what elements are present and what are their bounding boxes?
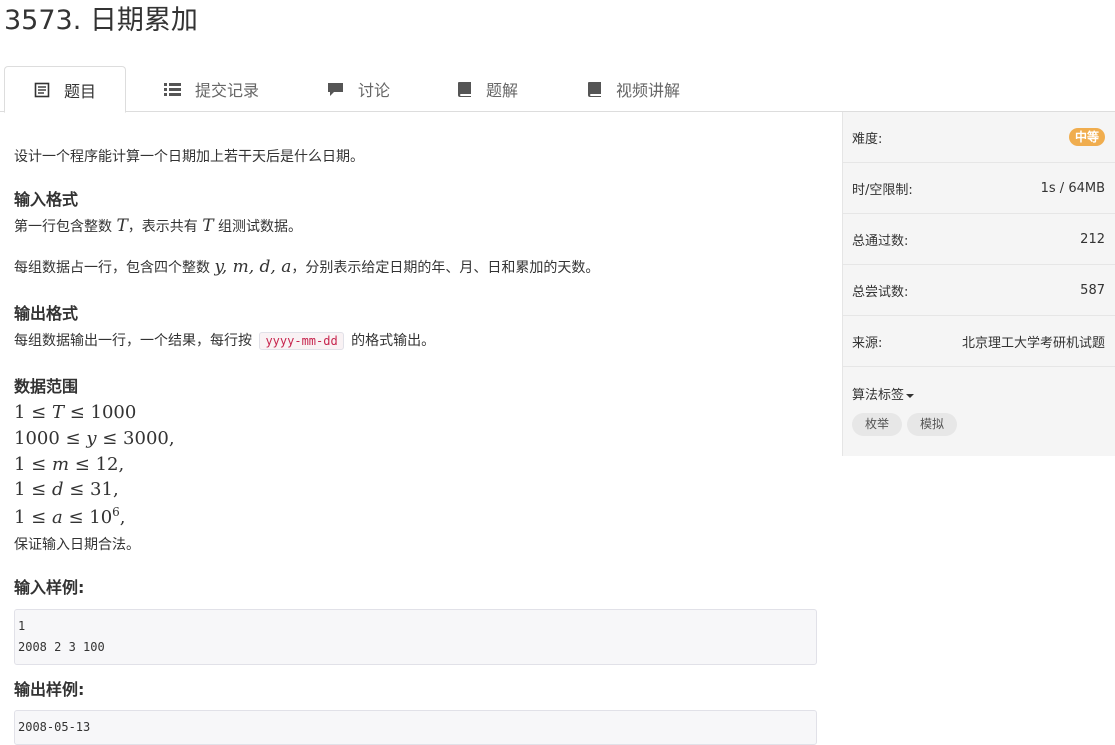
- range-line-d: 1 ≤ d ≤ 31,: [14, 479, 119, 500]
- passed-row: 总通过数: 212: [843, 214, 1115, 265]
- tab-solutions-label: 题解: [486, 81, 519, 100]
- input-format-line1: 第一行包含整数 T，表示共有 T 组测试数据。: [14, 216, 303, 236]
- range-line-y: 1000 ≤ y ≤ 3000,: [14, 428, 175, 449]
- sample-input-block[interactable]: 1 2008 2 3 100: [14, 609, 817, 665]
- tab-bar: 题目 提交记录 讨论 题解 视频讲解: [0, 66, 1115, 113]
- input-format-heading: 输入格式: [14, 190, 79, 209]
- limit-label: 时/空限制:: [852, 182, 913, 198]
- source-row: 来源: 北京理工大学考研机试题: [843, 316, 1115, 367]
- difficulty-row: 难度: 中等: [843, 112, 1115, 163]
- sample-input-heading: 输入样例:: [14, 578, 85, 597]
- range-line-T: 1 ≤ T ≤ 1000: [14, 402, 137, 423]
- book-icon: [457, 81, 472, 97]
- algorithm-tags-toggle[interactable]: 算法标签: [852, 384, 915, 403]
- data-range-heading: 数据范围: [14, 377, 79, 396]
- tried-label: 总尝试数:: [852, 284, 909, 300]
- math-T: T: [116, 216, 128, 236]
- format-code: yyyy-mm-dd: [259, 332, 344, 350]
- math-T: T: [202, 216, 214, 236]
- source-value[interactable]: 北京理工大学考研机试题: [962, 332, 1105, 351]
- difficulty-badge: 中等: [1068, 128, 1105, 146]
- difficulty-label: 难度:: [852, 131, 883, 147]
- tried-value: 587: [1080, 282, 1105, 298]
- output-format-heading: 输出格式: [14, 304, 79, 323]
- tab-solutions[interactable]: 题解: [457, 66, 518, 112]
- problem-description: 设计一个程序能计算一个日期加上若干天后是什么日期。: [14, 149, 364, 165]
- tab-video[interactable]: 视频讲解: [587, 66, 680, 112]
- range-line-m: 1 ≤ m ≤ 12,: [14, 454, 125, 475]
- limit-value: 1s / 64MB: [1040, 180, 1105, 196]
- sample-output-heading: 输出样例:: [14, 680, 85, 699]
- page-title: 3573. 日期累加: [4, 5, 198, 36]
- tab-problem-label: 题目: [64, 81, 97, 101]
- passed-value: 212: [1080, 231, 1105, 247]
- tag-enumeration[interactable]: 枚举: [852, 413, 903, 436]
- guarantee-text: 保证输入日期合法。: [14, 537, 140, 553]
- tab-submissions-label: 提交记录: [195, 81, 260, 100]
- range-line-a: 1 ≤ a ≤ 106,: [14, 505, 126, 528]
- list-icon: [164, 81, 181, 97]
- caret-down-icon: [906, 393, 915, 398]
- source-label: 来源:: [852, 335, 883, 351]
- input-format-line2: 每组数据占一行，包含四个整数 y, m, d, a，分别表示给定日期的年、月、日…: [14, 257, 600, 277]
- problem-info-sidebar: 难度: 中等 时/空限制: 1s / 64MB 总通过数: 212 总尝试数: …: [842, 112, 1115, 456]
- tab-video-label: 视频讲解: [616, 81, 681, 100]
- comment-icon: [327, 81, 344, 97]
- tab-problem[interactable]: 题目: [4, 66, 127, 113]
- passed-label: 总通过数:: [852, 233, 909, 249]
- tab-discussion[interactable]: 讨论: [327, 66, 390, 112]
- tab-submissions[interactable]: 提交记录: [164, 66, 259, 112]
- output-format-line: 每组数据输出一行，一个结果，每行按 yyyy-mm-dd 的格式输出。: [14, 332, 436, 350]
- math-vars: y, m, d, a: [214, 257, 292, 277]
- document-icon: [34, 82, 50, 98]
- sample-output-block[interactable]: 2008-05-13: [14, 710, 817, 745]
- tag-simulation[interactable]: 模拟: [907, 413, 958, 436]
- tried-row: 总尝试数: 587: [843, 265, 1115, 316]
- tab-discussion-label: 讨论: [358, 81, 391, 100]
- algorithm-tags-label: 算法标签: [852, 388, 905, 403]
- limit-row: 时/空限制: 1s / 64MB: [843, 163, 1115, 214]
- book-icon: [587, 81, 602, 97]
